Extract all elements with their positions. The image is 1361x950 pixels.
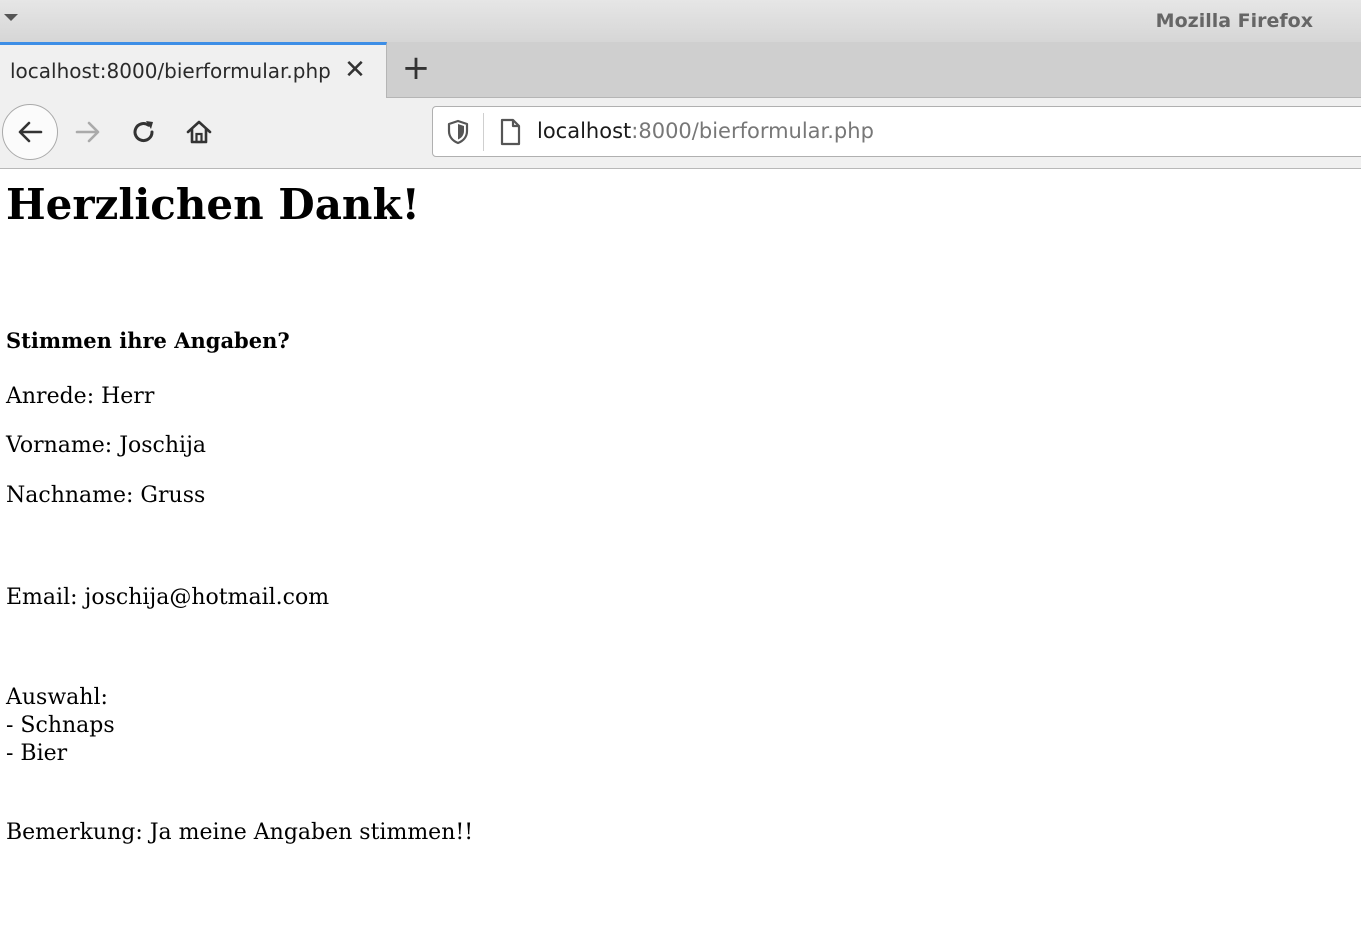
nachname-line: Nachname: Gruss — [6, 483, 206, 508]
back-button[interactable] — [2, 104, 58, 160]
tab-active[interactable]: localhost:8000/bierformular.php ✕ — [0, 42, 387, 99]
address-bar[interactable]: localhost:8000/bierformular.php — [432, 106, 1361, 157]
shield-icon[interactable] — [445, 119, 471, 145]
vorname-line: Vorname: Joschija — [6, 433, 207, 458]
url-host: localhost — [537, 119, 632, 143]
tab-title: localhost:8000/bierformular.php — [10, 59, 331, 83]
url-path: :8000/bierformular.php — [631, 119, 874, 143]
forward-arrow-icon — [75, 121, 100, 143]
home-button[interactable] — [171, 104, 227, 160]
navigation-toolbar: localhost:8000/bierformular.php — [0, 98, 1361, 169]
window-titlebar: Mozilla Firefox — [0, 0, 1361, 42]
page-icon[interactable] — [497, 118, 523, 146]
page-content: Herzlichen Dank! Stimmen ihre Angaben? A… — [0, 170, 1361, 950]
url-text[interactable]: localhost:8000/bierformular.php — [537, 119, 874, 143]
reload-button[interactable] — [116, 104, 172, 160]
confirmation-question: Stimmen ihre Angaben? — [6, 328, 290, 353]
plus-icon[interactable]: + — [398, 50, 434, 86]
reload-icon — [133, 121, 154, 143]
window-title: Mozilla Firefox — [1155, 10, 1313, 32]
back-arrow-icon — [18, 121, 43, 143]
forward-button[interactable] — [60, 104, 116, 160]
menu-arrow-icon[interactable] — [4, 14, 18, 21]
tab-strip: localhost:8000/bierformular.php ✕ + — [0, 42, 1361, 99]
home-icon — [186, 120, 212, 144]
auswahl-item-bier: - Bier — [6, 741, 68, 766]
anrede-line: Anrede: Herr — [6, 384, 155, 409]
auswahl-label: Auswahl: — [6, 685, 108, 710]
close-icon[interactable]: ✕ — [340, 55, 370, 85]
auswahl-item-schnaps: - Schnaps — [6, 713, 115, 738]
page-heading: Herzlichen Dank! — [6, 180, 420, 229]
address-bar-separator — [483, 113, 484, 151]
email-line: Email: joschija@hotmail.com — [6, 585, 330, 610]
bemerkung-line: Bemerkung: Ja meine Angaben stimmen!! — [6, 820, 474, 845]
